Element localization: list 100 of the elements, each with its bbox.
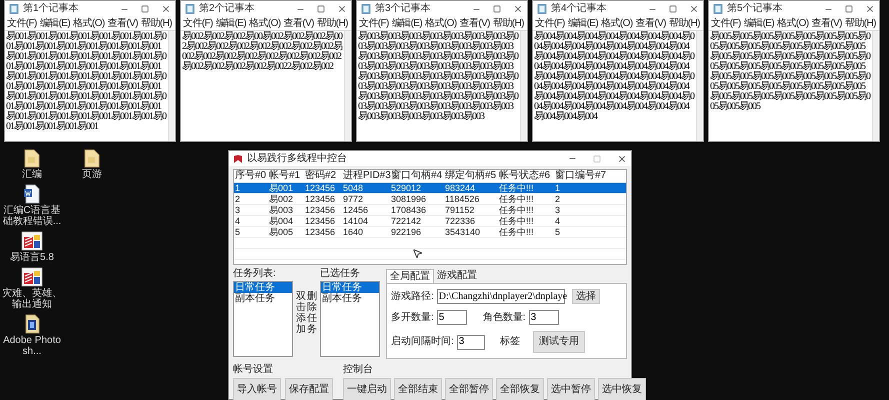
scrollbar[interactable] [344,31,351,141]
menu-item[interactable]: 编辑(E) [568,18,598,28]
menu-item[interactable]: 文件(F) [359,18,389,28]
column-header[interactable]: 密码#2 [304,171,342,181]
app-icon[interactable] [21,231,43,251]
table-cell-text: 3 [234,206,242,214]
column-header[interactable]: 帐号状态#6 [498,171,554,181]
close-icon[interactable] [161,4,171,14]
photoshop-icon[interactable] [23,314,41,334]
menu-item[interactable]: 帮助(H) [316,18,348,28]
list-item[interactable]: 副本任务 [321,293,379,304]
table-row[interactable]: 5 易005 123456 1640 922196 3543140 任务中!!! 5 [234,227,626,238]
menu-item[interactable]: 文件(F) [7,18,37,28]
action-button[interactable]: 保存配置 [285,378,333,400]
input-field[interactable]: D:\Changzhi\dnplayer2\dnplaye [436,289,565,304]
menu-item[interactable]: 查看(V) [460,18,490,28]
test-button[interactable]: 测试专用 [532,331,585,353]
column-header[interactable]: 绑定句柄#5 [444,171,498,181]
action-button[interactable]: 全部结束 [394,378,442,400]
desktop-icon-label[interactable]: 页游 [62,169,122,180]
desktop-icon-label[interactable]: 汇编C语言基础教程错误... [2,205,62,227]
menu-item[interactable]: 文件(F) [711,18,741,28]
table-row[interactable]: 3 易003 123456 12456 1708436 791152 任务中!!! 3 [234,205,626,216]
desktop-icon-label[interactable]: 灾难、英雄、输出通知 [2,288,62,310]
list-item[interactable]: 副本任务 [234,293,292,304]
menu-item[interactable]: 编辑(E) [392,18,422,28]
input-field[interactable]: 5 [436,310,467,325]
action-button[interactable]: 全部暂停 [445,378,493,400]
table-row[interactable]: 4 易004 123456 14104 722142 722336 任务中!!! 4 [234,216,626,227]
window-title: 第1个记事本 [23,4,79,14]
action-button[interactable]: 一键启动 [343,378,391,400]
maximize-icon[interactable] [669,5,677,13]
menu-item[interactable]: 格式(O) [73,18,105,28]
menu-item[interactable]: 查看(V) [812,18,842,28]
table-cell-text: 123456 [304,216,336,226]
close-icon[interactable] [617,154,627,164]
action-button[interactable]: 导入帐号 [233,378,281,400]
menu-item[interactable]: 帮助(H) [844,18,876,28]
list-box[interactable]: 日常任务 副本任务 [320,281,380,357]
menu-item[interactable]: 编辑(E) [216,18,246,28]
folder-icon[interactable] [23,148,41,168]
table-row[interactable]: 2 易002 123456 9772 3081996 1184526 任务中!!! 2 [234,194,626,205]
folder-icon[interactable] [83,148,101,168]
menu-item[interactable]: 帮助(H) [492,18,524,28]
column-header[interactable]: 窗口句柄#4 [390,171,444,181]
scrollbar[interactable] [520,31,527,141]
field-label: 多开数量: [391,312,434,322]
column-header[interactable]: 帐号#1 [268,171,304,181]
menu-item[interactable]: 查看(V) [284,18,314,28]
table-row[interactable]: 1 易001 123456 5048 529012 983244 任务中!!! 1 [234,183,626,194]
scrollbar[interactable] [872,31,879,141]
menu-item[interactable]: 文件(F) [183,18,213,28]
table-cell-text: 1640 [342,228,364,236]
tab[interactable]: 全局配置 [386,269,434,283]
table-cell-text: 1184526 [444,194,480,204]
close-icon[interactable] [689,4,699,14]
maximize-icon[interactable] [845,5,853,13]
app-logo-icon [233,154,243,164]
column-header[interactable]: 进程PID#3 [342,171,390,181]
app-icon[interactable] [21,267,43,287]
table-cell-text: 易003 [268,206,294,214]
close-icon[interactable] [337,4,347,14]
desktop-icon-label[interactable]: 易语言5.8 [2,252,62,263]
notepad-icon [713,4,723,14]
menu-item[interactable]: 格式(O) [601,18,633,28]
scrollbar[interactable] [696,31,703,141]
table-cell-text: 123456 [304,206,336,214]
column-header[interactable]: 序号#0 [234,171,268,181]
maximize-icon[interactable] [493,5,501,13]
desktop-icon-label[interactable]: 汇编 [2,169,62,180]
maximize-icon[interactable] [317,5,325,13]
list-item[interactable]: 日常任务 [234,282,292,293]
list-item[interactable]: 日常任务 [321,282,379,293]
maximize-icon[interactable] [141,5,149,13]
desktop-icon-label[interactable]: Adobe Photosh... [2,335,62,357]
menu-item[interactable]: 编辑(E) [40,18,70,28]
action-button[interactable]: 选中暂停 [547,378,595,400]
action-button[interactable]: 选中恢复 [598,378,646,400]
scrollbar[interactable] [168,31,175,141]
close-icon[interactable] [865,4,875,14]
choose-button[interactable]: 选择 [572,289,600,304]
list-box[interactable]: 日常任务 副本任务 [233,281,293,357]
menu-item[interactable]: 查看(V) [636,18,666,28]
menu-item[interactable]: 格式(O) [425,18,457,28]
menu-item[interactable]: 文件(F) [535,18,565,28]
column-header[interactable]: 窗口编号#7 [554,171,610,181]
group-label: 控制台 [343,365,374,375]
menu-item[interactable]: 编辑(E) [744,18,774,28]
close-icon[interactable] [513,4,523,14]
action-button[interactable]: 全部恢复 [496,378,544,400]
table-cell-text: 3543140 [444,228,482,236]
input-field[interactable]: 3 [456,334,485,350]
menu-item[interactable]: 格式(O) [777,18,809,28]
menu-item[interactable]: 查看(V) [108,18,138,28]
menu-item[interactable]: 帮助(H) [140,18,172,28]
notepad-icon [9,4,19,14]
input-field[interactable]: 3 [528,310,559,325]
menu-item[interactable]: 格式(O) [249,18,281,28]
document-icon[interactable] [23,184,41,204]
menu-item[interactable]: 帮助(H) [668,18,700,28]
